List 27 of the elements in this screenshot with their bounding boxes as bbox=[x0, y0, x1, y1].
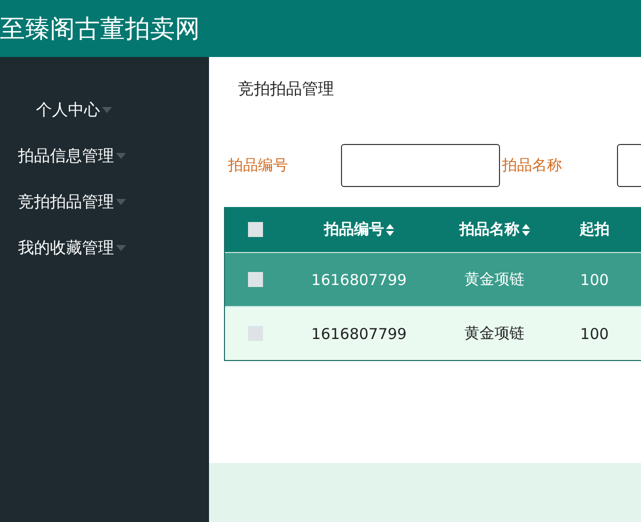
caret-icon bbox=[116, 199, 126, 205]
table-row[interactable]: 1616807799 黄金项链 100 bbox=[225, 306, 641, 360]
column-header[interactable]: 起拍 bbox=[556, 220, 633, 239]
sidebar-item[interactable]: 竞拍拍品管理 bbox=[0, 179, 209, 225]
table-cell-text: 100 bbox=[579, 270, 610, 288]
sort-icon[interactable] bbox=[386, 224, 394, 236]
table-cell-text: 黄金项链 bbox=[464, 270, 526, 289]
caret-icon bbox=[102, 107, 112, 113]
column-header[interactable]: 拍品名称 bbox=[433, 220, 556, 239]
table-cell-text: 1616807799 bbox=[310, 270, 408, 288]
site-title: 至臻阁古董拍卖网 bbox=[0, 13, 200, 45]
sidebar-item[interactable]: 我的收藏管理 bbox=[0, 225, 209, 271]
sort-icon[interactable] bbox=[522, 224, 530, 236]
column-header[interactable]: 拍品编号 bbox=[285, 220, 433, 239]
input-field[interactable] bbox=[341, 144, 500, 187]
field-label: 拍品名称 bbox=[502, 156, 563, 175]
table-cell-text: 100 bbox=[579, 324, 610, 342]
field-label: 拍品编号 bbox=[228, 156, 289, 175]
table-cell-text: 1616807799 bbox=[310, 324, 408, 342]
caret-icon bbox=[116, 153, 126, 159]
sidebar-item[interactable]: 拍品信息管理 bbox=[0, 133, 209, 179]
sidebar-item[interactable]: 个人中心 bbox=[0, 87, 209, 133]
table-cell-text: 黄金项链 bbox=[464, 324, 526, 343]
page-title: 竞拍拍品管理 bbox=[238, 79, 335, 100]
caret-icon bbox=[116, 245, 126, 251]
checkbox[interactable] bbox=[248, 272, 262, 287]
checkbox[interactable] bbox=[248, 222, 262, 237]
